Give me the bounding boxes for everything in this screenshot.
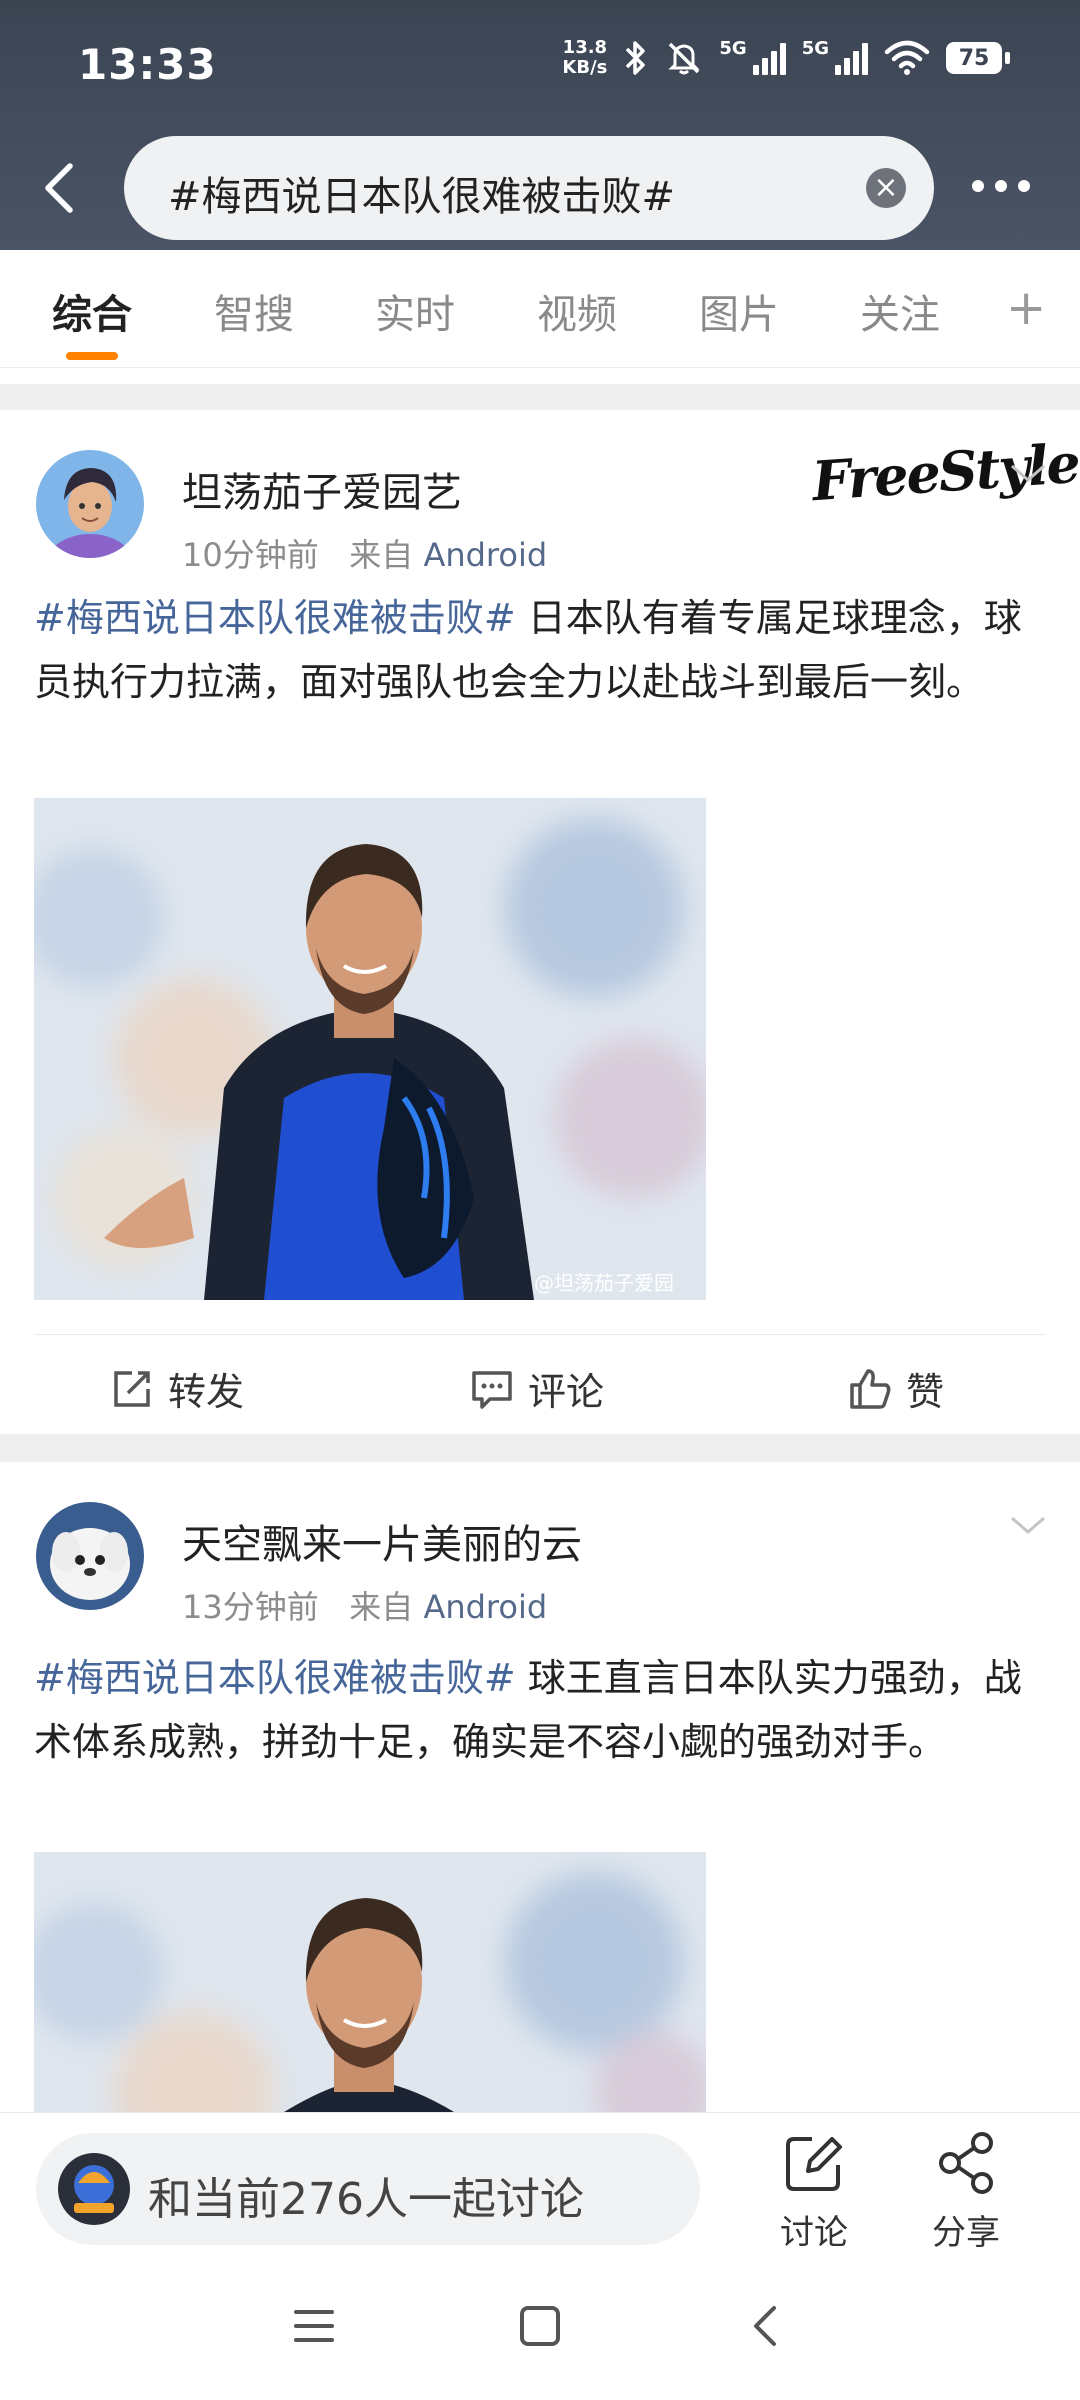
post-card[interactable]: 坦荡茄子爱园艺 10分钟前 来自 Android FreeStyle #梅西说日…: [0, 410, 1080, 1434]
bottom-discussion-bar: 和当前276人一起讨论 讨论 分享: [0, 2112, 1080, 2262]
status-time: 13:33: [78, 40, 217, 89]
share-icon: [939, 2132, 993, 2194]
mute-icon: [668, 42, 700, 75]
battery-indicator: 75: [946, 42, 1010, 74]
share-button[interactable]: 分享: [916, 2131, 1016, 2254]
divider: [0, 1434, 1080, 1462]
tab-video[interactable]: 视频: [537, 282, 617, 340]
top-header: 13:33 13.8 KB/s 5G 5G 75 #梅西说日本队很难被击败# ×: [0, 0, 1080, 250]
chevron-down-icon[interactable]: [1008, 462, 1048, 486]
comment-icon: [472, 1370, 512, 1409]
post-actions: 转发 评论 赞: [34, 1334, 1046, 1434]
tab-comprehensive[interactable]: 综合: [52, 282, 132, 340]
post-meta: 10分钟前 来自 Android: [182, 536, 548, 574]
discussion-input[interactable]: 和当前276人一起讨论: [36, 2133, 700, 2245]
home-icon[interactable]: [518, 2304, 562, 2348]
add-tab-icon[interactable]: +: [1006, 280, 1046, 336]
post-username[interactable]: 天空飘来一片美丽的云: [182, 1512, 582, 1570]
clear-search-icon[interactable]: ×: [866, 168, 906, 208]
image-watermark: @坦荡茄子爱园: [534, 1271, 674, 1295]
more-options-icon[interactable]: [972, 180, 1030, 192]
chevron-down-icon[interactable]: [1008, 1514, 1048, 1538]
active-tab-indicator: [66, 352, 118, 360]
wifi-icon: [884, 40, 930, 75]
post-image[interactable]: [34, 1852, 706, 2112]
post-text: #梅西说日本队很难被击败# 球王直言日本队实力强劲，战术体系成熟，拼劲十足，确实…: [34, 1656, 1022, 1764]
signal-icon-2: [835, 41, 868, 75]
topic-link[interactable]: #梅西说日本队很难被击败#: [34, 1656, 516, 1700]
compose-icon: [786, 2137, 842, 2191]
discuss-label: 讨论: [780, 2213, 848, 2253]
search-bar[interactable]: #梅西说日本队很难被击败# ×: [124, 136, 934, 240]
topic-link[interactable]: #梅西说日本队很难被击败#: [34, 596, 516, 640]
status-icons: 13.8 KB/s 5G 5G 75: [562, 37, 1010, 78]
tab-realtime[interactable]: 实时: [375, 282, 455, 340]
divider: [0, 384, 1080, 410]
signal-icon: [752, 41, 786, 75]
topic-avatar: [58, 2153, 130, 2225]
post-meta: 13分钟前 来自 Android: [182, 1588, 548, 1626]
avatar[interactable]: [36, 450, 144, 558]
thumbs-up-icon: [850, 1368, 891, 1409]
nav-back-icon[interactable]: [744, 2304, 788, 2348]
bluetooth-icon: [626, 41, 646, 75]
post-card[interactable]: 天空飘来一片美丽的云 13分钟前 来自 Android #梅西说日本队很难被击败…: [0, 1462, 1080, 2112]
search-query[interactable]: #梅西说日本队很难被击败#: [168, 164, 675, 222]
back-arrow-icon[interactable]: [38, 160, 84, 216]
post-text: #梅西说日本队很难被击败# 日本队有着专属足球理念，球员执行力拉满，面对强队也会…: [34, 596, 1022, 704]
tab-images[interactable]: 图片: [699, 282, 779, 340]
post-image[interactable]: @坦荡茄子爱园: [34, 798, 706, 1300]
repost-button[interactable]: 转发: [110, 1361, 244, 1416]
share-label: 分享: [932, 2213, 1000, 2253]
avatar[interactable]: [36, 1502, 144, 1610]
discussion-placeholder: 和当前276人一起讨论: [148, 2174, 584, 2225]
discuss-button[interactable]: 讨论: [764, 2131, 864, 2254]
tab-bar: 综合 智搜 实时 视频 图片 关注 +: [0, 250, 1080, 368]
repost-icon: [114, 1370, 150, 1407]
network-type-1: 5G: [719, 38, 747, 59]
status-bar: 13:33 13.8 KB/s 5G 5G 75: [0, 0, 1080, 125]
tab-following[interactable]: 关注: [860, 282, 940, 340]
network-type-2: 5G: [801, 38, 829, 59]
post-username[interactable]: 坦荡茄子爱园艺: [182, 460, 462, 518]
like-button[interactable]: 赞: [848, 1361, 944, 1416]
tab-smart-search[interactable]: 智搜: [214, 282, 294, 340]
network-speed: 13.8 KB/s: [562, 37, 608, 78]
comment-button[interactable]: 评论: [470, 1361, 604, 1416]
system-nav-bar: [0, 2262, 1080, 2400]
menu-icon[interactable]: [292, 2304, 336, 2348]
